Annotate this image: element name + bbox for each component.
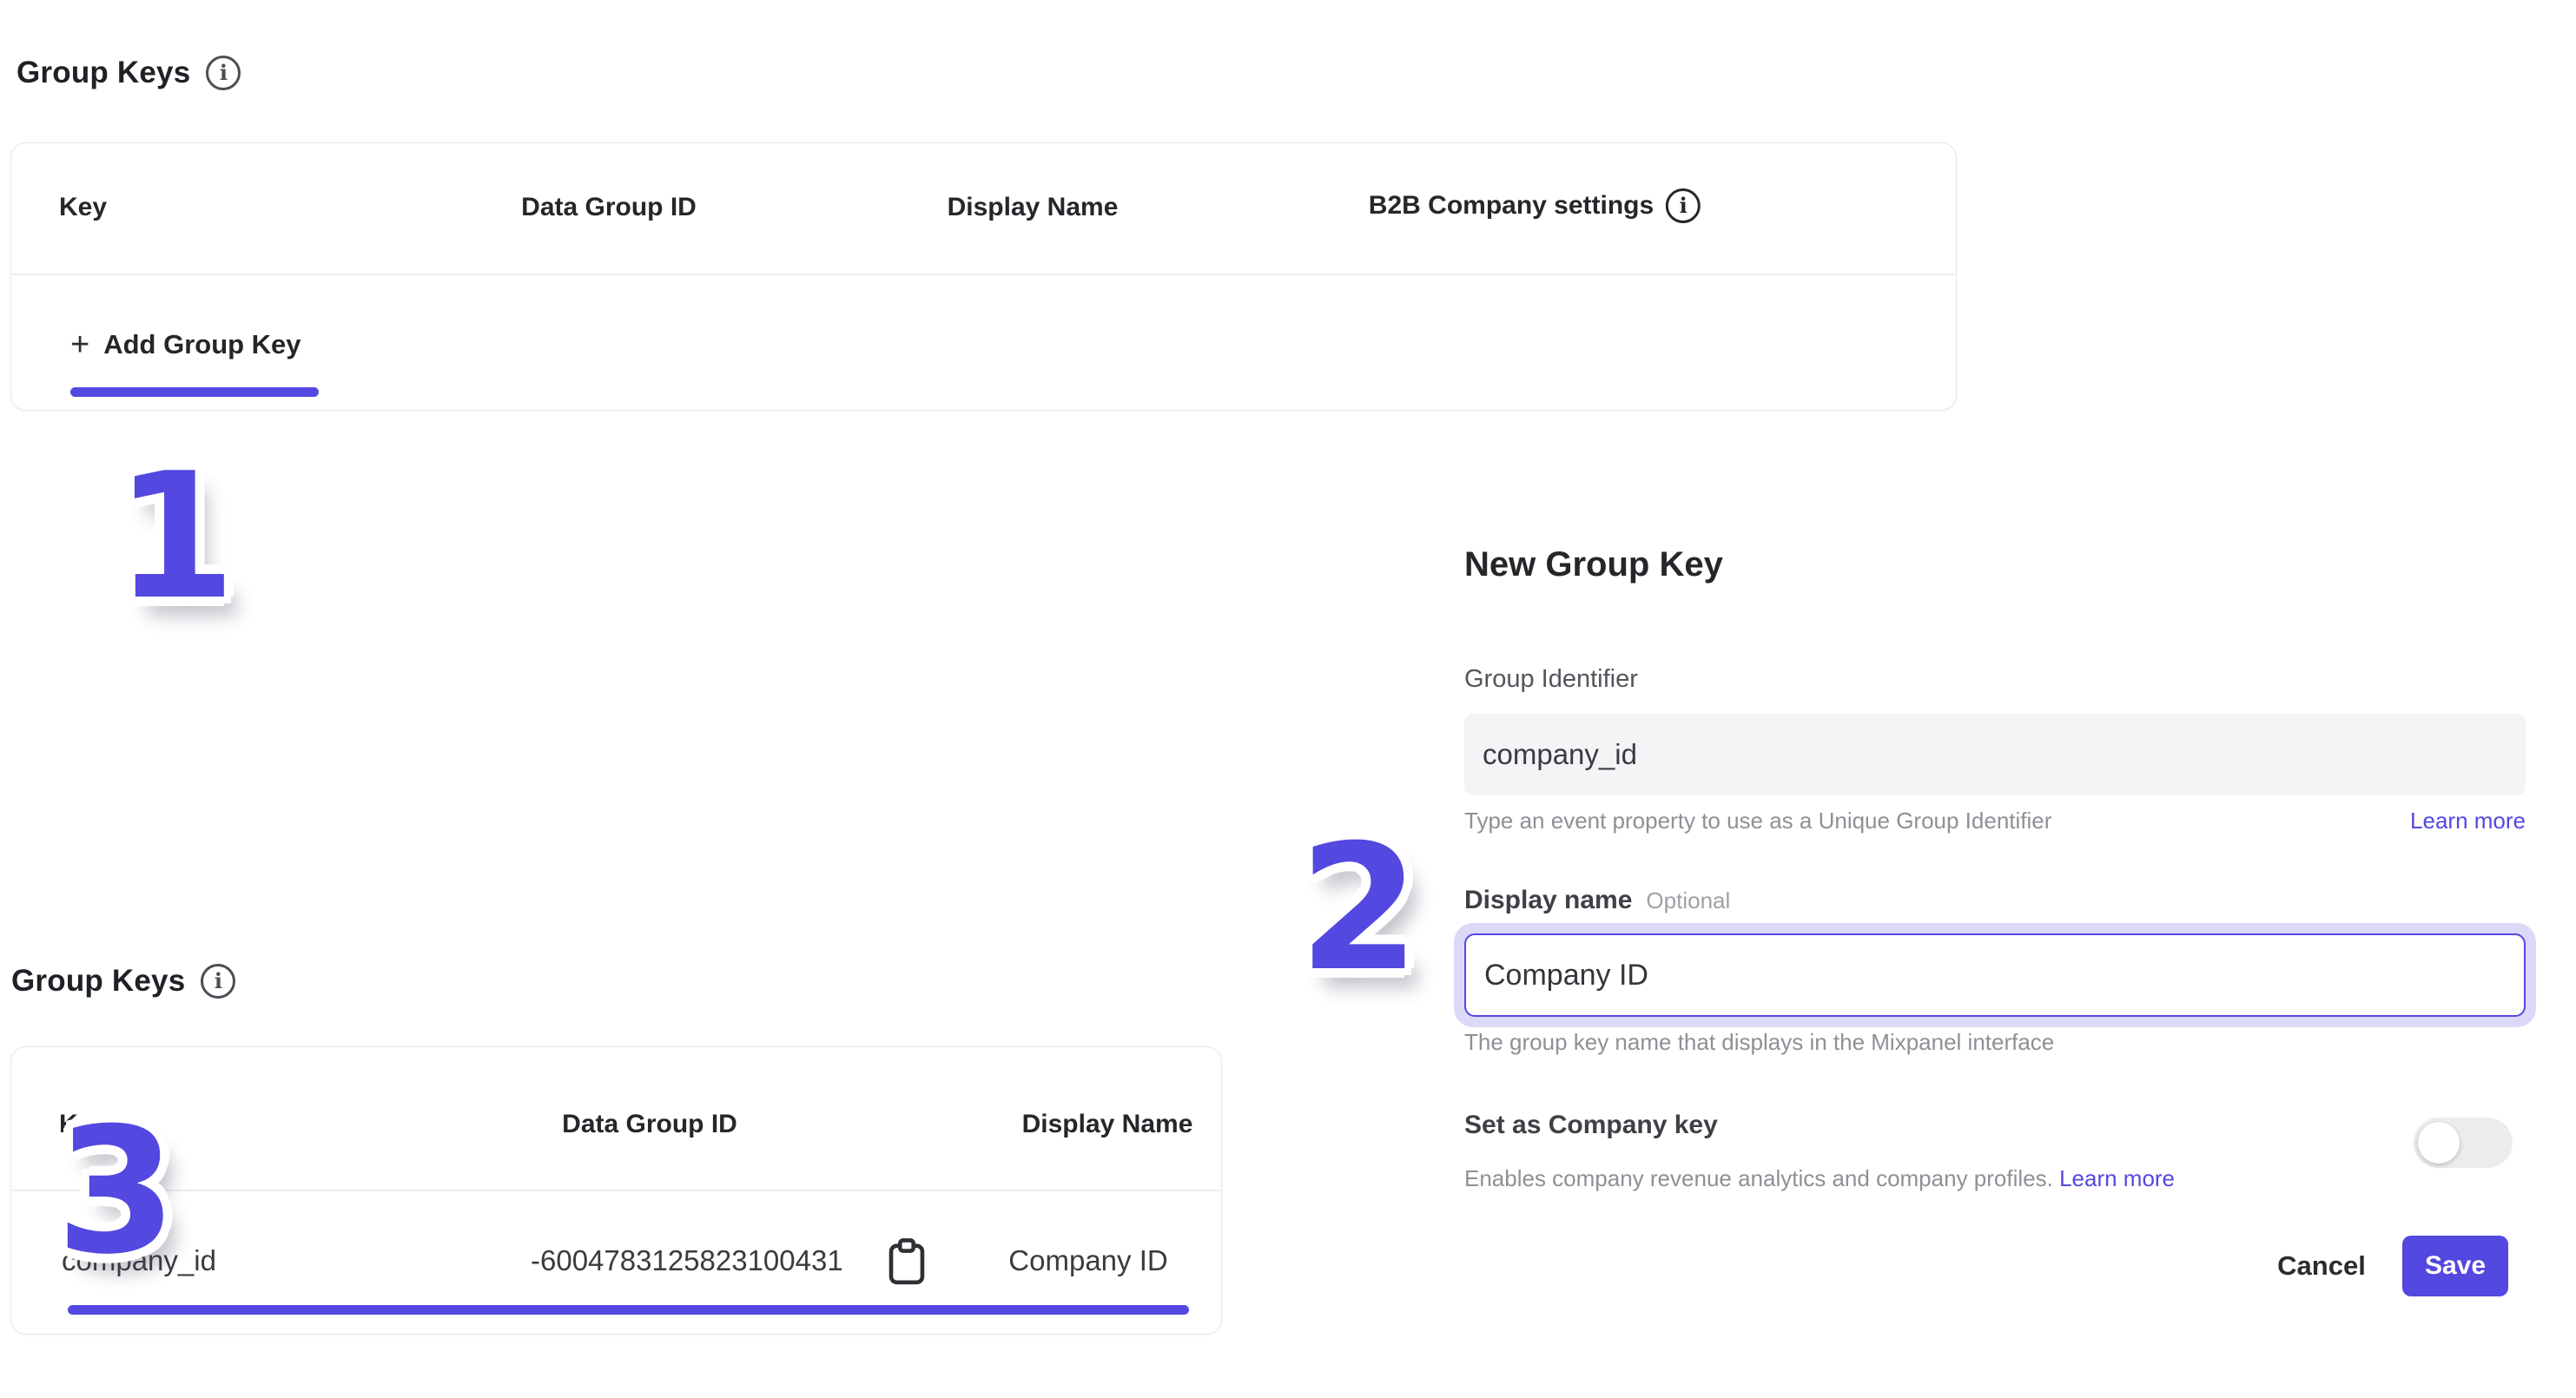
toggle-knob [2418,1122,2460,1164]
column-header-data-group-id: Data Group ID [521,193,697,222]
step-3-highlight-underline [68,1305,1189,1315]
plus-icon: + [70,328,89,361]
table-header-divider [12,274,1955,275]
display-name-field-wrap [1464,933,2526,1017]
group-keys-table-empty: Key Data Group ID Display Name B2B Compa… [10,142,1957,411]
learn-more-link[interactable]: Learn more [2059,1165,2175,1191]
step-1-highlight-underline [70,387,319,397]
group-keys-heading-top: Group Keys i [17,56,241,90]
page-title: Group Keys [11,964,185,999]
info-icon[interactable]: i [1666,188,1701,223]
group-identifier-label: Group Identifier [1464,665,1638,694]
display-name-label-row: Display name Optional [1464,886,1730,915]
clipboard-icon [888,1237,926,1286]
cancel-button[interactable]: Cancel [2265,1236,2378,1296]
info-icon[interactable]: i [206,56,241,90]
display-name-label: Display name [1464,886,1632,915]
screenshot-root: Group Keys i Key Data Group ID Display N… [0,0,2576,1398]
display-name-input[interactable] [1466,935,2524,1015]
company-key-helper: Enables company revenue analytics and co… [1464,1165,2053,1191]
learn-more-link[interactable]: Learn more [2410,808,2526,834]
set-company-key-label: Set as Company key [1464,1111,1718,1140]
column-header-display-name: Display Name [1022,1110,1193,1139]
group-keys-table-filled: Key Data Group ID Display Name company_i… [10,1046,1222,1335]
step-3-annotation: 3 [56,1105,176,1279]
column-header-display-name: Display Name [948,193,1119,222]
add-group-key-button[interactable]: + Add Group Key [70,319,301,371]
step-1-annotation: 1 [115,451,235,624]
company-key-toggle[interactable] [2414,1118,2513,1168]
group-identifier-helper-row: Type an event property to use as a Uniqu… [1464,808,2526,834]
row-data-group-id-cell: -6004783125823100431 [531,1244,843,1277]
page-title: Group Keys [17,56,190,90]
optional-tag: Optional [1646,887,1730,914]
add-group-key-label: Add Group Key [103,329,301,360]
company-key-helper-row: Enables company revenue analytics and co… [1464,1165,2175,1192]
column-header-b2b-company-settings: B2B Company settings i [1369,188,1701,223]
group-identifier-field-wrap [1464,714,2526,795]
save-button[interactable]: Save [2402,1236,2508,1296]
table-header-divider [12,1190,1220,1191]
column-header-data-group-id: Data Group ID [562,1110,737,1139]
copy-button[interactable] [887,1236,927,1287]
info-icon[interactable]: i [201,964,235,999]
step-2-annotation: 2 [1298,822,1419,996]
row-display-name-cell: Company ID [1008,1244,1167,1277]
dialog-title: New Group Key [1464,545,1723,584]
group-keys-heading-bottom: Group Keys i [11,964,235,999]
group-identifier-input[interactable] [1464,714,2526,795]
column-header-key: Key [59,193,107,222]
group-identifier-helper: Type an event property to use as a Uniqu… [1464,808,2051,834]
display-name-focus-ring [1454,923,2536,1027]
display-name-helper: The group key name that displays in the … [1464,1029,2054,1056]
column-header-b2b-label: B2B Company settings [1369,191,1654,221]
